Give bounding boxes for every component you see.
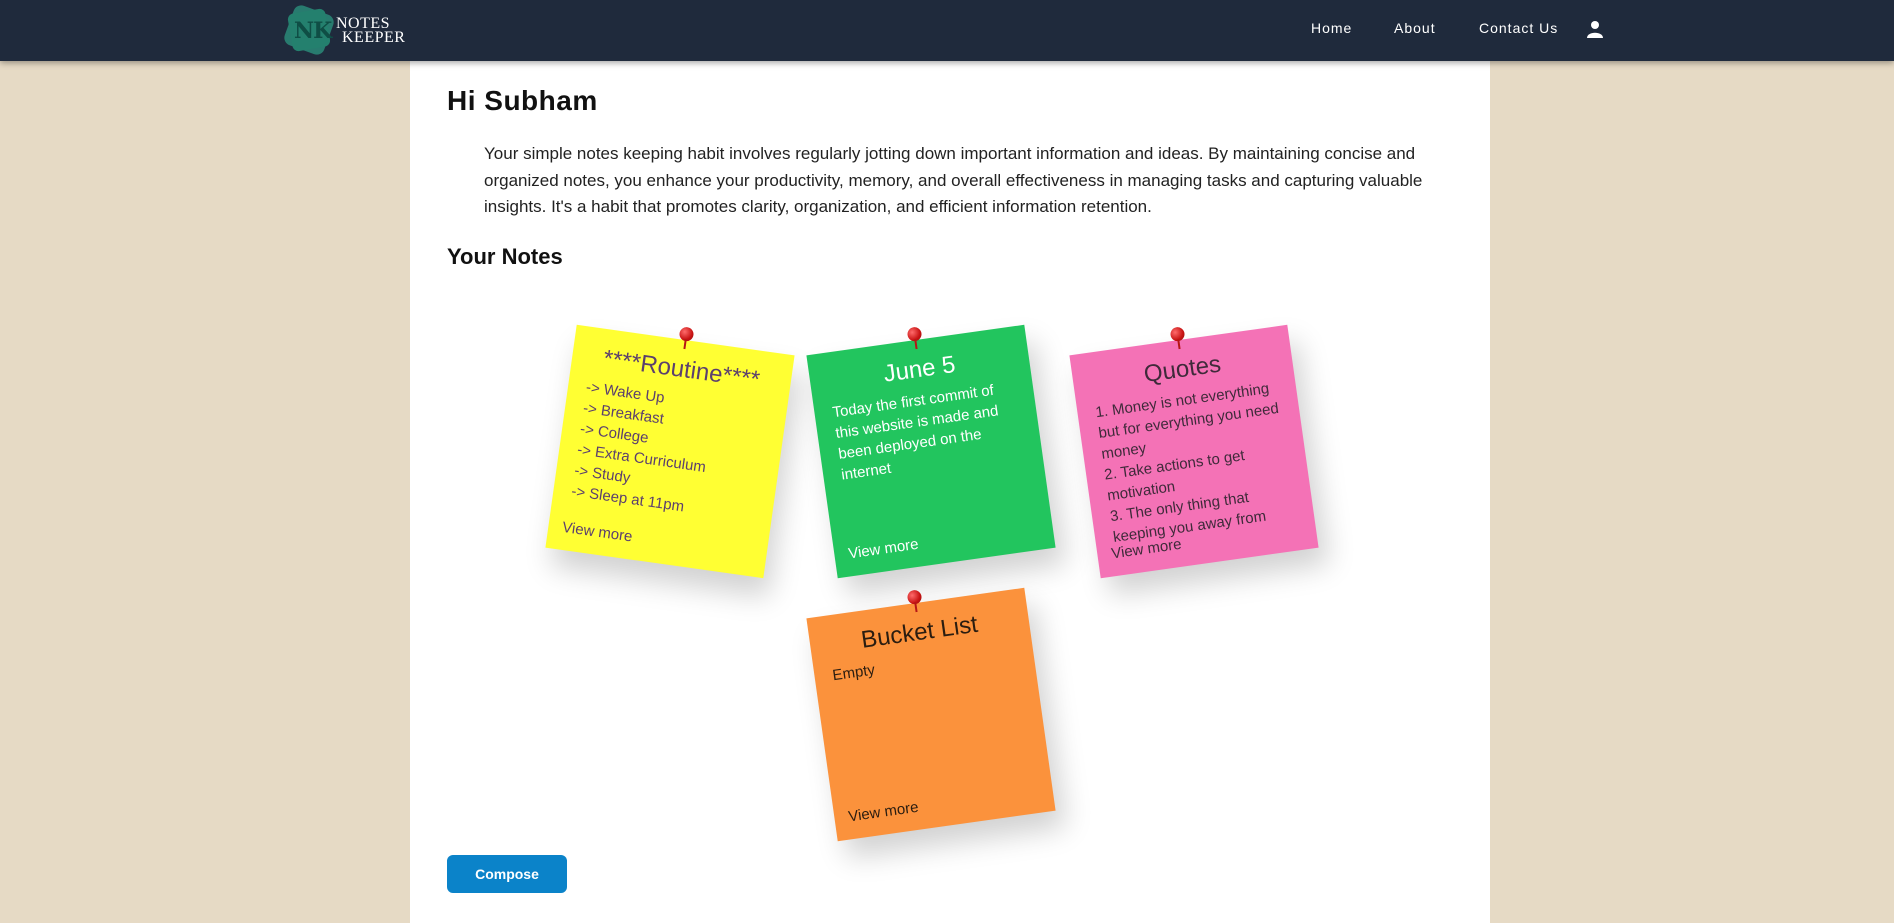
note-body: 1. Money is not everything but for every… — [1094, 380, 1280, 547]
notes-heading: Your Notes — [447, 244, 563, 269]
note-body: -> Wake Up -> Breakfast -> College -> Ex… — [570, 378, 707, 516]
logo[interactable]: NK NOTES KEEPER — [282, 3, 426, 57]
pin-icon — [906, 326, 924, 350]
nav-link-contact[interactable]: Contact Us — [1479, 20, 1558, 36]
pin-icon — [1169, 326, 1187, 350]
note-card-routine[interactable]: ****Routine**** -> Wake Up -> Breakfast … — [545, 324, 795, 579]
main-content: Hi Subham Your simple notes keeping habi… — [410, 61, 1490, 923]
compose-button[interactable]: Compose — [447, 855, 567, 893]
view-more-link[interactable]: View more — [847, 799, 919, 826]
note-card-quotes[interactable]: Quotes 1. Money is not everything but fo… — [1069, 324, 1319, 579]
nav-link-about[interactable]: About — [1394, 20, 1436, 36]
description: Your simple notes keeping habit involves… — [484, 144, 1423, 216]
note-card-bucket-list[interactable]: Bucket List Empty View more — [806, 587, 1056, 842]
note-body: Today the first commit of this website i… — [831, 381, 1000, 484]
view-more-link[interactable]: View more — [561, 519, 633, 546]
pin-icon — [677, 326, 695, 350]
logo-initials: NK — [294, 18, 332, 44]
note-card-june-5[interactable]: June 5 Today the first commit of this we… — [806, 324, 1056, 579]
greeting: Hi Subham — [447, 85, 598, 116]
user-icon[interactable] — [1587, 20, 1603, 38]
navbar: NK NOTES KEEPER Home About Contact Us — [0, 0, 1894, 61]
view-more-link[interactable]: View more — [847, 536, 919, 563]
pin-icon — [906, 589, 924, 613]
nav-link-home[interactable]: Home — [1311, 20, 1352, 36]
logo-word-keeper: KEEPER — [342, 29, 406, 46]
